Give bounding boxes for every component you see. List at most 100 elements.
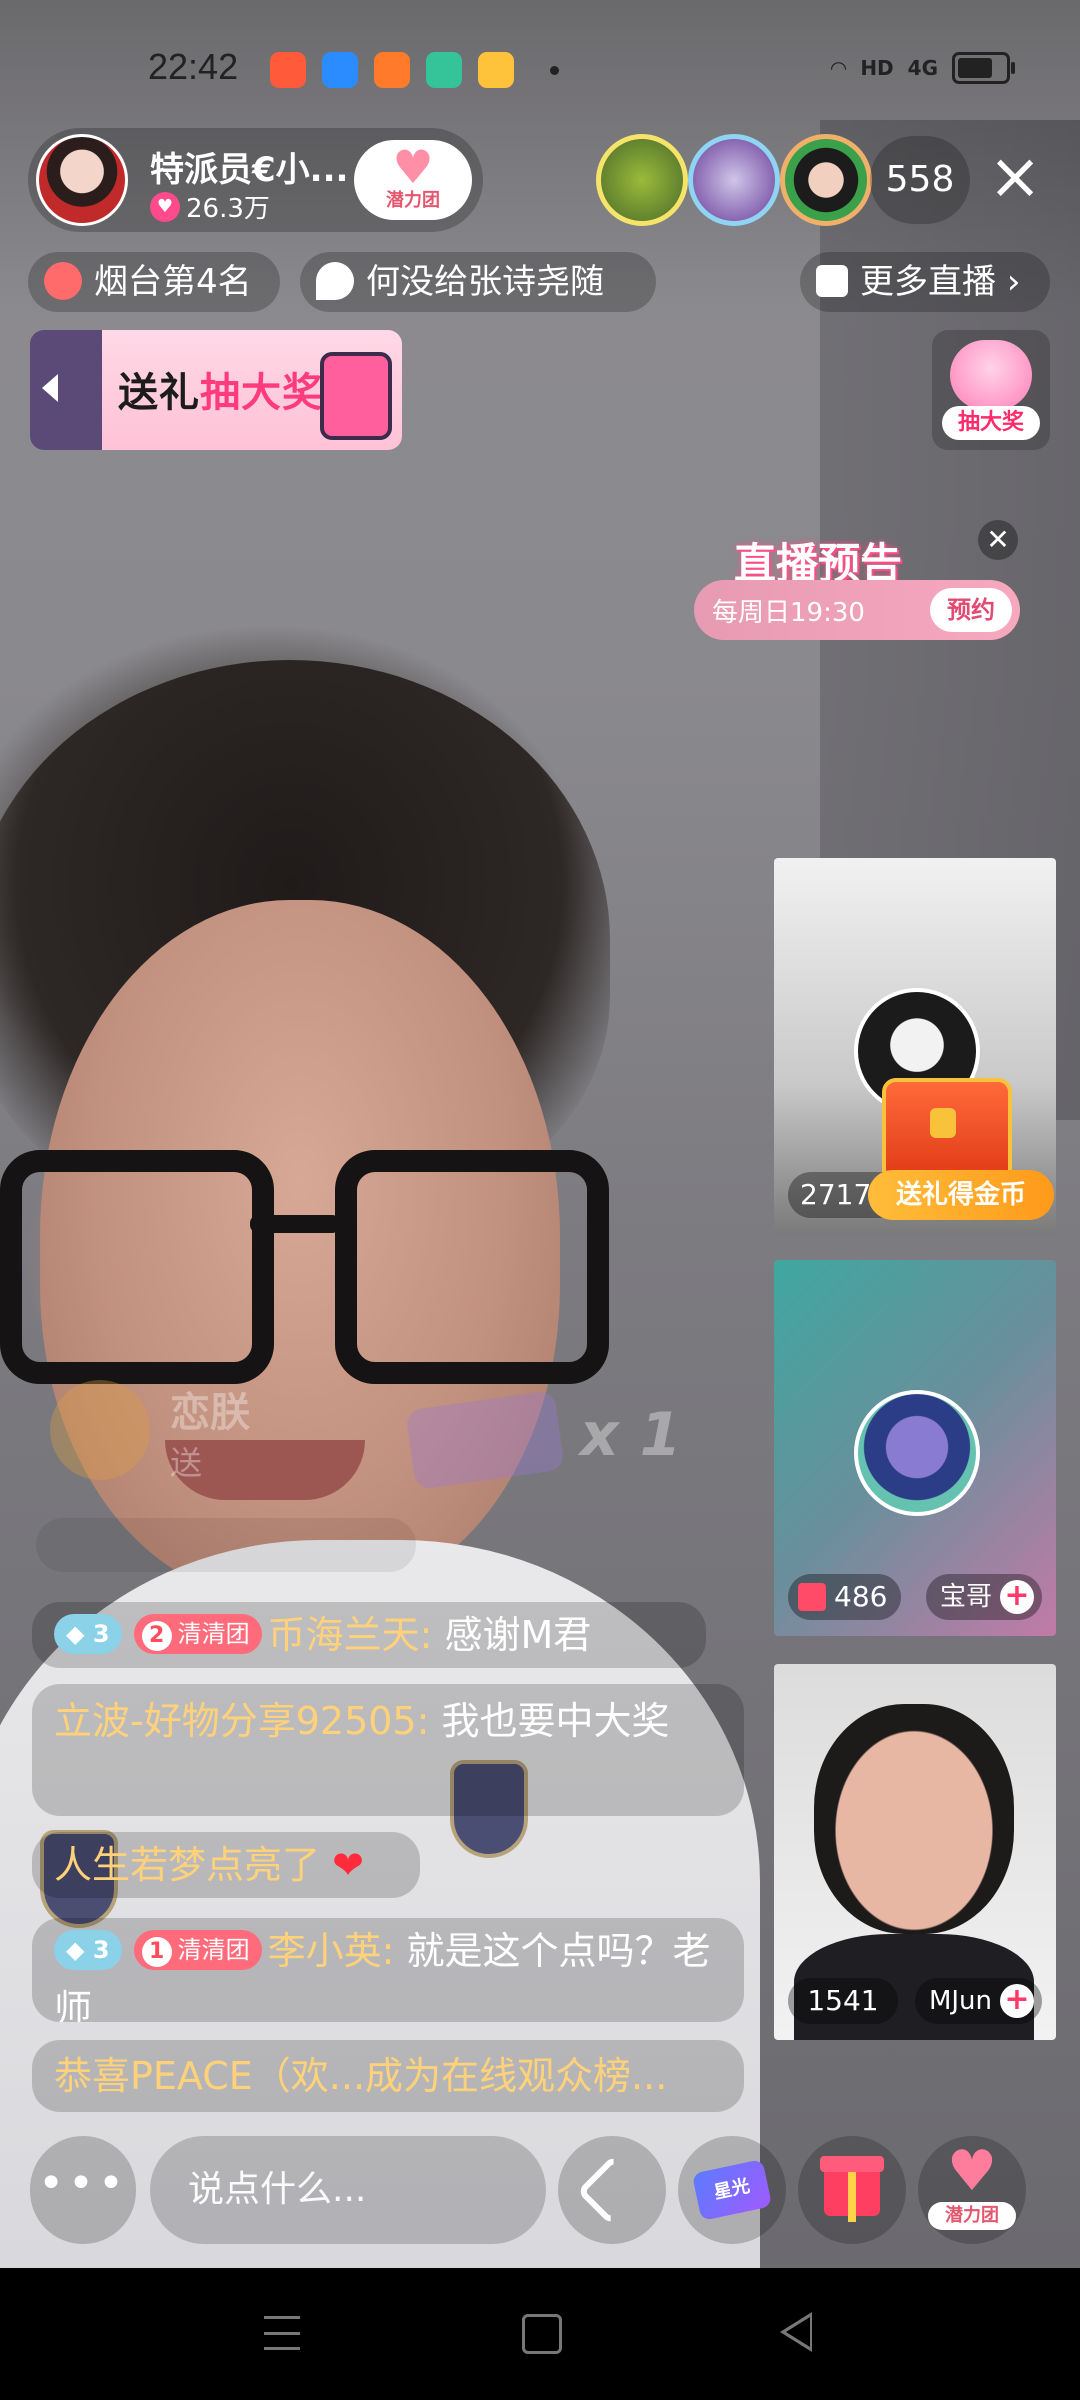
star-ticket-gift-icon	[405, 1389, 565, 1491]
chat-nick[interactable]: 立波-好物分享92505:	[54, 1699, 429, 1743]
gift-button[interactable]	[798, 2136, 906, 2244]
host-avatar[interactable]	[36, 134, 128, 226]
viewer-avatar-3[interactable]	[780, 134, 872, 226]
clock-icon	[44, 261, 82, 300]
heart-icon: ♥	[946, 2139, 998, 2204]
plus-icon: +	[1000, 1984, 1034, 2018]
banner-prefix: 送礼	[118, 370, 200, 416]
fan-group-name: 清清团	[177, 1935, 250, 1964]
lottery-widget[interactable]: 抽大奖	[932, 330, 1050, 450]
scroll-text-chip[interactable]: 何没给张诗尧随	[300, 252, 656, 312]
chat-message[interactable]: 立波-好物分享92505: 我也要中大奖	[32, 1684, 744, 1816]
user-level: 3	[92, 1619, 110, 1648]
side-live-card-1[interactable]: 2717 送礼得金币	[774, 858, 1056, 1234]
gift-action: 送	[170, 1444, 203, 1482]
fan-level: 2	[141, 1620, 172, 1651]
status-time: 22:42	[148, 46, 239, 87]
preview-bar: 每周日19:30 预约	[694, 580, 1020, 640]
side-live-card-3[interactable]: 1541 MJun +	[774, 1664, 1056, 2040]
viewer-avatar-2[interactable]	[688, 134, 780, 226]
heart-icon: ♥	[392, 140, 434, 194]
battery-icon	[952, 52, 1015, 84]
more-live-chip[interactable]: 更多直播 ›	[800, 252, 1050, 312]
user-level-badge: ◆ 3	[54, 1929, 122, 1970]
flame-icon	[316, 261, 354, 300]
fan-group-label: 潜力团	[386, 190, 440, 211]
card-follow-button[interactable]: 宝哥 +	[925, 1574, 1042, 1620]
card-follow-button[interactable]: MJun +	[914, 1978, 1042, 2024]
host-likes-count: 26.3万	[186, 194, 270, 224]
recent-apps-icon[interactable]	[264, 2316, 300, 2350]
chat-message[interactable]: ◆ 3 2 清清团 币海兰天: 感谢M君	[32, 1602, 706, 1668]
lottery-label: 抽大奖	[942, 406, 1040, 440]
card-user-name: 宝哥	[939, 1582, 992, 1612]
host-info-bar[interactable]: 特派员€小... ♥ 26.3万 ♥ 潜力团	[28, 128, 483, 232]
chat-text: 我也要中大奖	[441, 1699, 670, 1743]
comment-input[interactable]: 说点什么...	[150, 2136, 546, 2244]
system-nav-bar	[0, 2268, 1080, 2400]
heart-icon: ❤	[332, 1843, 364, 1887]
kuaishou-icon	[270, 52, 306, 88]
chat-nick[interactable]: 人生若梦点亮了	[54, 1843, 320, 1887]
system-message-text: 恭喜PEACE（欢...成为在线观众榜...	[54, 2054, 668, 2098]
chat-text: 感谢M君	[444, 1613, 592, 1657]
lottery-bubble-icon	[950, 340, 1032, 410]
gift-lottery-banner[interactable]: 送礼抽大奖	[30, 330, 402, 450]
close-icon[interactable]: ×	[984, 145, 1046, 209]
diamond-icon: ◆	[66, 1619, 93, 1648]
rank-chip[interactable]: 烟台第4名	[28, 252, 280, 312]
green-circle-app-icon	[426, 52, 462, 88]
gift-box-icon	[820, 2156, 884, 2222]
gift-coins-button[interactable]: 送礼得金币	[868, 1170, 1054, 1220]
card-gift-count-value: 486	[834, 1580, 888, 1613]
gift-sender-line: 恋朕送	[170, 1380, 250, 1484]
banner-text: 送礼抽大奖	[118, 360, 323, 418]
preview-schedule: 每周日19:30	[712, 598, 865, 628]
gift-sender-name: 恋朕	[170, 1390, 250, 1436]
home-icon[interactable]	[522, 2314, 562, 2354]
system-message[interactable]: 恭喜PEACE（欢...成为在线观众榜...	[32, 2040, 744, 2112]
streamer-glasses-bridge	[250, 1215, 340, 1233]
fan-group-badge: 1 清清团	[133, 1929, 262, 1970]
host-likes: ♥ 26.3万	[150, 188, 270, 225]
book-app-icon	[478, 52, 514, 88]
banner-collapse-handle[interactable]	[30, 330, 102, 450]
card-avatar	[854, 1390, 980, 1516]
fan-group-button[interactable]: ♥ 潜力团	[354, 140, 472, 220]
more-live-label: 更多直播	[860, 262, 996, 302]
user-level: 3	[92, 1935, 110, 1964]
chat-nick[interactable]: 李小英:	[268, 1929, 395, 1973]
plus-icon: +	[1000, 1580, 1034, 1614]
faded-chat-line	[36, 1518, 416, 1572]
kuaishou-lite-icon	[374, 52, 410, 88]
chat-message[interactable]: 人生若梦点亮了 ❤	[32, 1832, 420, 1898]
blue-circle-app-icon	[322, 52, 358, 88]
chat-nick[interactable]: 币海兰天:	[268, 1613, 433, 1657]
status-bar: 22:42 ◠ HD 4G	[0, 0, 1080, 140]
chat-message[interactable]: ◆ 3 1 清清团 李小英: 就是这个点吗？老师	[32, 1918, 744, 2022]
star-ticket-button[interactable]: 星光	[678, 2136, 786, 2244]
reserve-button[interactable]: 预约	[930, 588, 1012, 632]
call-link-button[interactable]	[558, 2136, 666, 2244]
viewer-avatar-1[interactable]	[596, 134, 688, 226]
signal-icon: 4G	[907, 56, 938, 80]
side-live-card-2[interactable]: 486 宝哥 +	[774, 1260, 1056, 1636]
more-button[interactable]: •••	[30, 2136, 136, 2244]
viewer-count[interactable]: 558	[870, 136, 970, 224]
fan-group-toolbar-label: 潜力团	[928, 2202, 1016, 2230]
banner-content[interactable]: 送礼抽大奖	[102, 330, 402, 450]
live-preview-card[interactable]: 直播预告 每周日19:30 预约	[694, 524, 1020, 640]
arrow-left-icon	[42, 374, 58, 402]
star-ticket-icon: 星光	[691, 2159, 773, 2221]
fan-group-toolbar-button[interactable]: ♥ 潜力团	[918, 2136, 1026, 2244]
notification-dot-icon	[550, 66, 559, 75]
streamer-glasses-left	[0, 1150, 274, 1384]
treasure-chest-icon	[882, 1078, 1012, 1184]
gift-multiplier: x 1	[580, 1400, 682, 1470]
preview-close-icon[interactable]: ✕	[978, 520, 1018, 560]
sender-avatar	[50, 1380, 150, 1480]
back-icon[interactable]	[780, 2312, 812, 2352]
phone-icon	[576, 2154, 648, 2226]
rank-chip-label: 烟台第4名	[94, 262, 252, 302]
user-level-badge: ◆ 3	[54, 1613, 122, 1654]
